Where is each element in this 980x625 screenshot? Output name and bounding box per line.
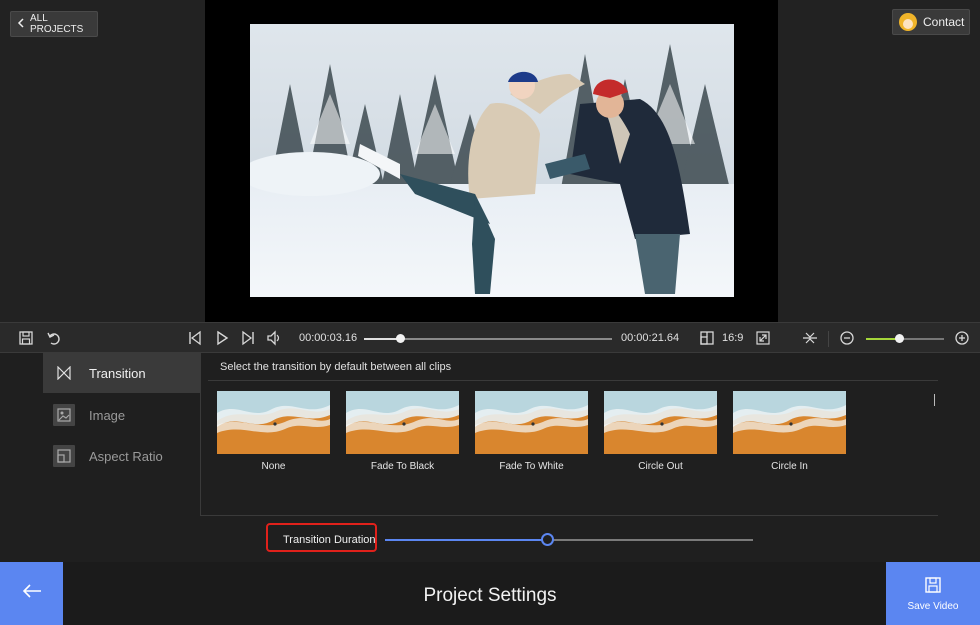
transition-option[interactable] (217, 391, 330, 454)
panel-heading: Select the transition by default between… (220, 361, 452, 373)
image-icon (53, 404, 75, 426)
skip-back-icon[interactable] (187, 330, 203, 346)
save-video-button[interactable]: Save Video (886, 562, 980, 625)
zoom-out-icon[interactable] (839, 330, 855, 346)
aspect-ratio-label[interactable]: 16:9 (722, 332, 743, 344)
volume-icon[interactable] (266, 330, 282, 346)
preview-area: ALL PROJECTS Contact (0, 0, 980, 322)
transition-option-label: Fade To White (499, 461, 564, 472)
transition-option-label: Circle In (771, 461, 808, 472)
skip-forward-icon[interactable] (240, 330, 256, 346)
panel-divider (200, 353, 201, 515)
fullscreen-icon[interactable] (755, 330, 771, 346)
all-projects-button[interactable]: ALL PROJECTS (10, 11, 98, 37)
settings-sidebar: Transition Image Aspect Ratio (43, 353, 200, 562)
toolbar-divider (828, 331, 829, 347)
transition-option-label: Fade To Black (370, 461, 435, 472)
zoom-slider[interactable] (866, 334, 944, 343)
seek-slider[interactable] (364, 334, 612, 343)
transition-duration-label: Transition Duration (283, 534, 376, 546)
zoom-in-icon[interactable] (954, 330, 970, 346)
page-title: Project Settings (423, 585, 557, 606)
play-icon[interactable] (214, 330, 230, 346)
transition-thumbnail (604, 391, 717, 454)
transition-option[interactable] (733, 391, 846, 454)
save-video-label: Save Video (907, 600, 959, 612)
contact-label: Contact (923, 15, 965, 29)
sidebar-item-label: Aspect Ratio (89, 448, 163, 464)
transition-duration-handle[interactable] (540, 533, 554, 546)
total-time: 00:00:21.64 (621, 332, 680, 344)
zoom-handle[interactable] (894, 334, 904, 343)
transition-option-label: None (261, 461, 286, 472)
sidebar-item-label: Image (89, 407, 126, 423)
playback-toolbar: 00:00:03.16 00:00:21.64 16:9 (0, 322, 980, 353)
sidebar-item-label: Transition (89, 365, 146, 381)
aspect-ratio-icon[interactable] (699, 330, 715, 346)
video-frame-image (250, 24, 734, 297)
panel-divider (208, 380, 938, 381)
sidebar-item-image[interactable]: Image (43, 395, 200, 435)
transition-thumbnail (733, 391, 846, 454)
undo-icon[interactable] (46, 330, 62, 346)
transition-option[interactable] (475, 391, 588, 454)
save-icon (924, 576, 942, 597)
transition-thumbnail (346, 391, 459, 454)
sidebar-item-transition[interactable]: Transition (43, 353, 200, 393)
transition-duration-slider[interactable] (385, 533, 753, 546)
split-icon[interactable] (802, 330, 818, 346)
seek-fill (364, 338, 400, 340)
video-preview (250, 24, 734, 297)
transition-icon (53, 362, 75, 384)
all-projects-label: ALL PROJECTS (30, 13, 84, 35)
transition-thumbnail (475, 391, 588, 454)
transition-thumbnail (217, 391, 330, 454)
scrollbar[interactable] (934, 394, 935, 406)
contact-button[interactable]: Contact (892, 9, 970, 35)
aspect-ratio-icon (53, 445, 75, 467)
transition-option[interactable] (346, 391, 459, 454)
chevron-left-icon (17, 17, 24, 31)
seek-handle[interactable] (395, 334, 405, 343)
current-time: 00:00:03.16 (299, 332, 358, 344)
transition-option[interactable] (604, 391, 717, 454)
transition-option-label: Circle Out (638, 461, 683, 472)
panel-divider (200, 515, 938, 516)
transition-duration-fill (385, 539, 547, 541)
save-icon[interactable] (18, 330, 34, 346)
contact-avatar-icon (899, 13, 917, 31)
sidebar-item-aspect-ratio[interactable]: Aspect Ratio (43, 436, 200, 476)
